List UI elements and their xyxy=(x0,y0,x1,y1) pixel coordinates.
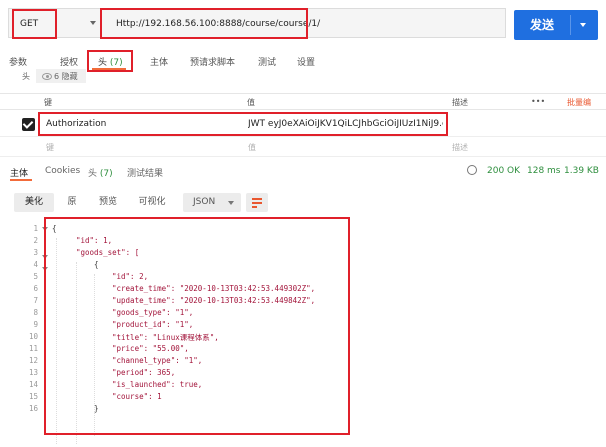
key-placeholder[interactable]: 键 xyxy=(46,142,54,153)
globe-icon[interactable] xyxy=(467,165,477,175)
view-visualize-button[interactable]: 可视化 xyxy=(130,193,174,212)
response-tab-body[interactable]: 主体 xyxy=(10,166,28,179)
method-highlight xyxy=(12,9,57,39)
hidden-headers-label[interactable]: 6 隐藏 xyxy=(42,71,78,82)
view-pretty-button[interactable]: 美化 xyxy=(14,193,54,212)
line-number: 2 xyxy=(33,236,38,245)
eye-icon xyxy=(42,73,52,80)
view-raw-button[interactable]: 原 xyxy=(56,193,88,212)
headers-table-header xyxy=(0,93,606,110)
tab-tests[interactable]: 测试 xyxy=(258,55,276,68)
wrap-line xyxy=(252,202,262,204)
line-number: 6 xyxy=(33,284,38,293)
response-size: 1.39 KB xyxy=(564,166,599,176)
tab-label: 设置 xyxy=(297,58,316,68)
check-icon[interactable] xyxy=(22,118,35,131)
wrap-line xyxy=(252,206,257,208)
value-placeholder[interactable]: 值 xyxy=(248,142,256,153)
column-key: 键 xyxy=(44,98,52,107)
table-row-empty xyxy=(0,137,606,157)
chevron-down-icon[interactable] xyxy=(580,23,586,27)
tab-label: 测试 xyxy=(258,58,277,68)
chevron-down-icon[interactable] xyxy=(228,201,234,205)
header-value-cell[interactable]: JWT eyJ0eXAiOiJKV1QiLCJhbGciOiJIUzI1NiJ9… xyxy=(248,119,443,129)
tab-count: (7) xyxy=(99,169,113,179)
line-number: 11 xyxy=(28,344,38,353)
send-divider xyxy=(570,15,571,35)
line-number: 16 xyxy=(28,404,38,413)
line-number: 9 xyxy=(33,320,38,329)
tab-pre-request-script[interactable]: 预请求脚本 xyxy=(190,55,235,68)
column-description: 描述 xyxy=(452,98,468,107)
send-button[interactable]: 发送 xyxy=(514,10,598,40)
hidden-count: 6 隐藏 xyxy=(54,72,78,81)
line-number: 4 xyxy=(33,260,38,269)
status-code: 200 OK xyxy=(487,166,521,176)
line-number: 13 xyxy=(28,368,38,377)
line-number: 5 xyxy=(33,272,38,281)
response-time: 128 ms xyxy=(527,166,561,176)
url-highlight xyxy=(100,8,308,39)
response-tab-test-results[interactable]: 测试结果 xyxy=(127,166,163,179)
tab-label: 参数 xyxy=(9,58,28,68)
response-body-highlight xyxy=(44,217,350,435)
tab-body[interactable]: 主体 xyxy=(150,55,168,68)
send-label: 发送 xyxy=(529,18,554,32)
tab-label: 授权 xyxy=(60,58,79,68)
view-preview-button[interactable]: 预览 xyxy=(90,193,126,212)
tab-auth[interactable]: 授权 xyxy=(60,55,78,68)
column-value: 值 xyxy=(247,98,255,107)
line-number: 14 xyxy=(28,380,38,389)
tab-params[interactable]: 参数 xyxy=(9,55,27,68)
description-placeholder[interactable]: 描述 xyxy=(452,142,468,153)
line-number: 10 xyxy=(28,332,38,341)
chevron-down-icon[interactable] xyxy=(90,21,96,25)
line-number: 8 xyxy=(33,308,38,317)
header-key-cell[interactable]: Authorization xyxy=(46,119,236,129)
active-tab-indicator xyxy=(92,68,126,70)
headers-section-title: 头 xyxy=(22,72,30,81)
tab-label: 预请求脚本 xyxy=(190,58,236,68)
wrap-lines-icon[interactable] xyxy=(246,193,268,212)
more-options-icon[interactable]: ••• xyxy=(531,97,545,106)
response-tab-cookies[interactable]: Cookies xyxy=(45,166,80,176)
bulk-edit-link[interactable]: 批量编 xyxy=(567,97,591,108)
tab-settings[interactable]: 设置 xyxy=(297,55,315,68)
line-number: 12 xyxy=(28,356,38,365)
active-response-tab-indicator xyxy=(10,179,32,181)
wrap-line xyxy=(252,198,262,200)
line-number: 1 xyxy=(33,224,38,233)
response-tab-headers[interactable]: 头 (7) xyxy=(88,166,113,179)
tab-label: 头 xyxy=(88,169,98,179)
line-number: 7 xyxy=(33,296,38,305)
tab-label: 主体 xyxy=(150,58,169,68)
line-number: 15 xyxy=(28,392,38,401)
line-number: 3 xyxy=(33,248,38,257)
